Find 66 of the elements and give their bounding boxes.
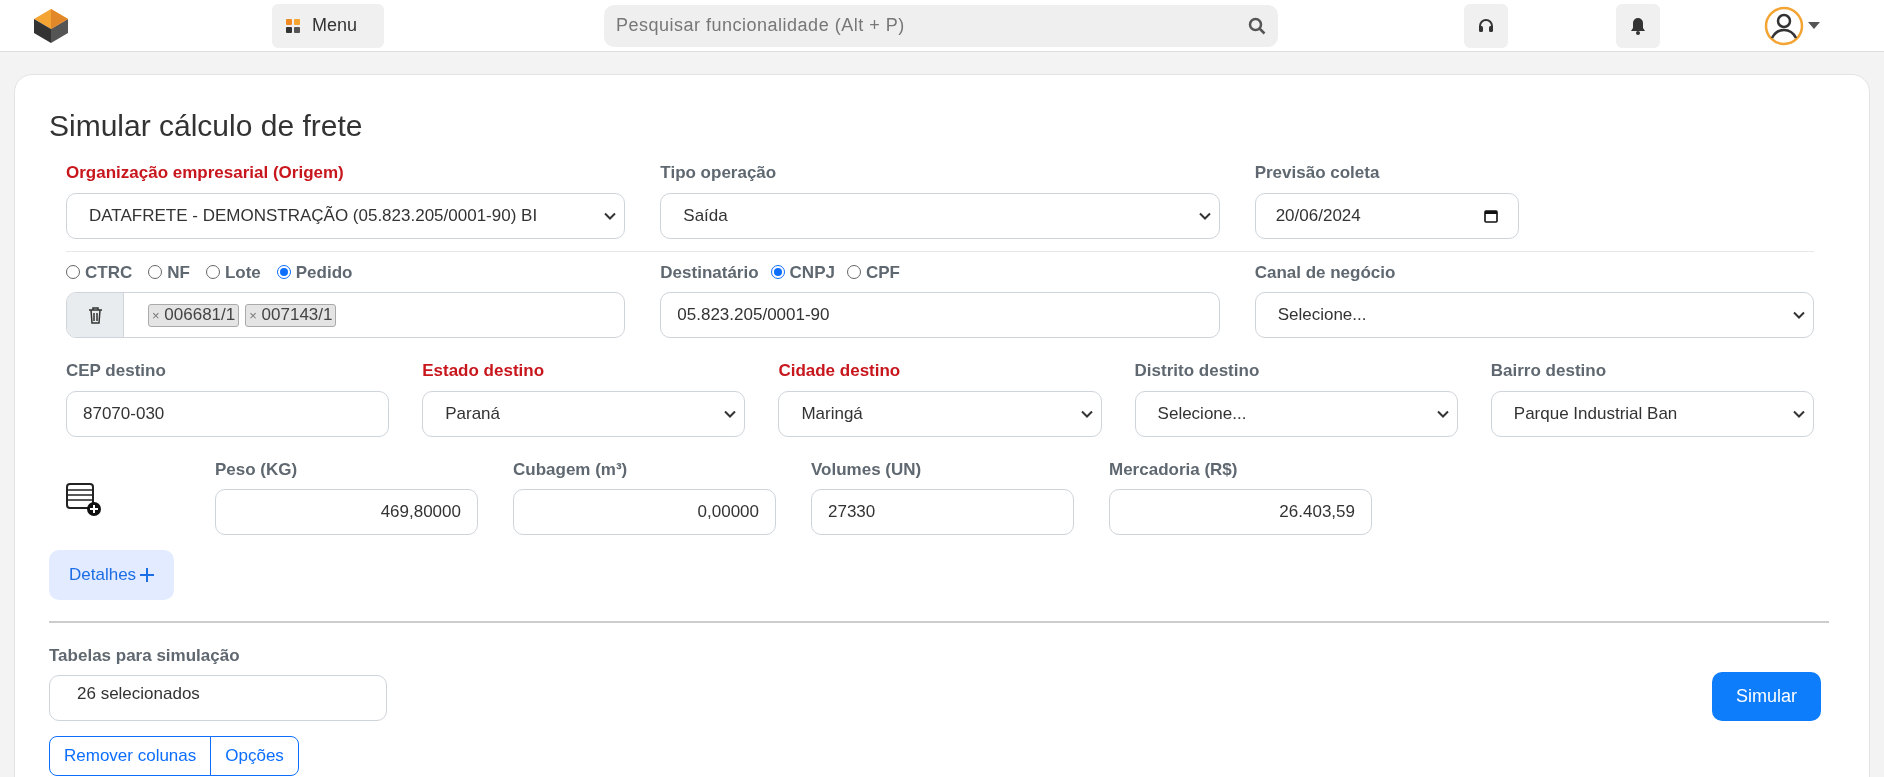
column-button[interactable]: Remover colunas	[49, 735, 212, 776]
field-label: Cubagem (m³)	[513, 458, 629, 481]
input-field[interactable]: 26.403,59	[1109, 489, 1372, 535]
chevron-down-icon	[1080, 409, 1093, 418]
details-button[interactable]: Detalhes	[49, 550, 175, 600]
chevron-down-icon	[1793, 311, 1805, 319]
date-field[interactable]: 20/06/2024	[1254, 192, 1519, 239]
notifications-button[interactable]	[1616, 3, 1660, 48]
field-label: Cidade destino	[778, 360, 902, 382]
user-menu-button[interactable]	[1764, 5, 1820, 46]
input-field[interactable]: 469,80000	[215, 489, 478, 535]
field-label: Bairro destino	[1490, 360, 1608, 382]
select-field[interactable]: DATAFRETE - DEMONSTRAÇÃO (05.823.205/0001-90) BI	[66, 192, 626, 239]
field-label: Canal de negócio	[1254, 261, 1397, 284]
field-label: Tipo operação	[660, 162, 778, 184]
field-label: Previsão coleta	[1254, 162, 1381, 184]
field-label: Tabelas para simulação	[49, 645, 241, 667]
field-label: Distrito destino	[1134, 360, 1261, 382]
page-title: Simular cálculo de frete	[49, 108, 364, 144]
chevron-down-icon	[1436, 409, 1449, 418]
plus-icon	[140, 568, 155, 582]
select-field[interactable]: 26 selecionados	[49, 674, 387, 721]
radio-option[interactable]: CPF	[846, 259, 900, 285]
chevron-down-icon	[604, 211, 617, 220]
select-field[interactable]: Saída	[660, 192, 1220, 239]
select-field[interactable]: Selecione...	[1254, 292, 1814, 338]
grid-icon	[286, 18, 300, 33]
order-tag[interactable]: × 006681/1	[148, 303, 240, 327]
simulate-button[interactable]: Simular	[1712, 672, 1821, 721]
field-label: Destinatário	[660, 261, 759, 284]
radio-option[interactable]: CTRC	[66, 259, 133, 285]
search-icon	[1248, 16, 1266, 35]
support-button[interactable]	[1464, 3, 1508, 48]
trash-icon	[87, 306, 103, 324]
field-label: Estado destino	[422, 360, 546, 382]
radio-option[interactable]: Pedido	[276, 259, 353, 285]
delete-button[interactable]	[67, 293, 124, 337]
radio-option[interactable]: CNPJ	[770, 259, 835, 285]
menu-button[interactable]: Menu	[272, 3, 384, 48]
field-label: CEP destino	[66, 360, 167, 382]
chevron-down-icon	[1793, 409, 1805, 418]
select-field[interactable]: Maringá	[778, 390, 1102, 437]
order-tag[interactable]: × 007143/1	[245, 303, 337, 327]
input-field[interactable]: 05.823.205/0001-90	[660, 292, 1220, 338]
search-field[interactable]: Pesquisar funcionalidade (Alt + P)	[604, 4, 1278, 47]
field-label: Organização empresarial (Origem)	[66, 162, 345, 184]
select-field[interactable]: Paraná	[422, 390, 746, 437]
calendar-icon	[1483, 208, 1498, 223]
headset-icon	[1477, 16, 1495, 35]
column-button[interactable]: Opções	[210, 735, 299, 776]
add-box-icon	[66, 481, 102, 517]
input-field[interactable]: 87070-030	[66, 390, 390, 437]
field-label: Peso (KG)	[215, 458, 299, 481]
radio-option[interactable]: NF	[148, 259, 190, 285]
bell-icon	[1630, 16, 1646, 35]
input-field[interactable]: 0,00000	[513, 489, 776, 535]
chevron-down-icon	[724, 409, 737, 418]
radio-option[interactable]: Lote	[205, 259, 261, 285]
field-label: Volumes (UN)	[811, 458, 923, 481]
field-label: Mercadoria (R$)	[1109, 458, 1239, 481]
caret-icon	[1808, 21, 1820, 30]
chevron-down-icon	[1198, 211, 1211, 220]
input-field[interactable]: 27330	[811, 489, 1074, 535]
select-field[interactable]: Selecione...	[1134, 390, 1458, 437]
user-avatar-icon	[1764, 5, 1804, 46]
select-field[interactable]: Parque Industrial Ban	[1490, 390, 1814, 437]
